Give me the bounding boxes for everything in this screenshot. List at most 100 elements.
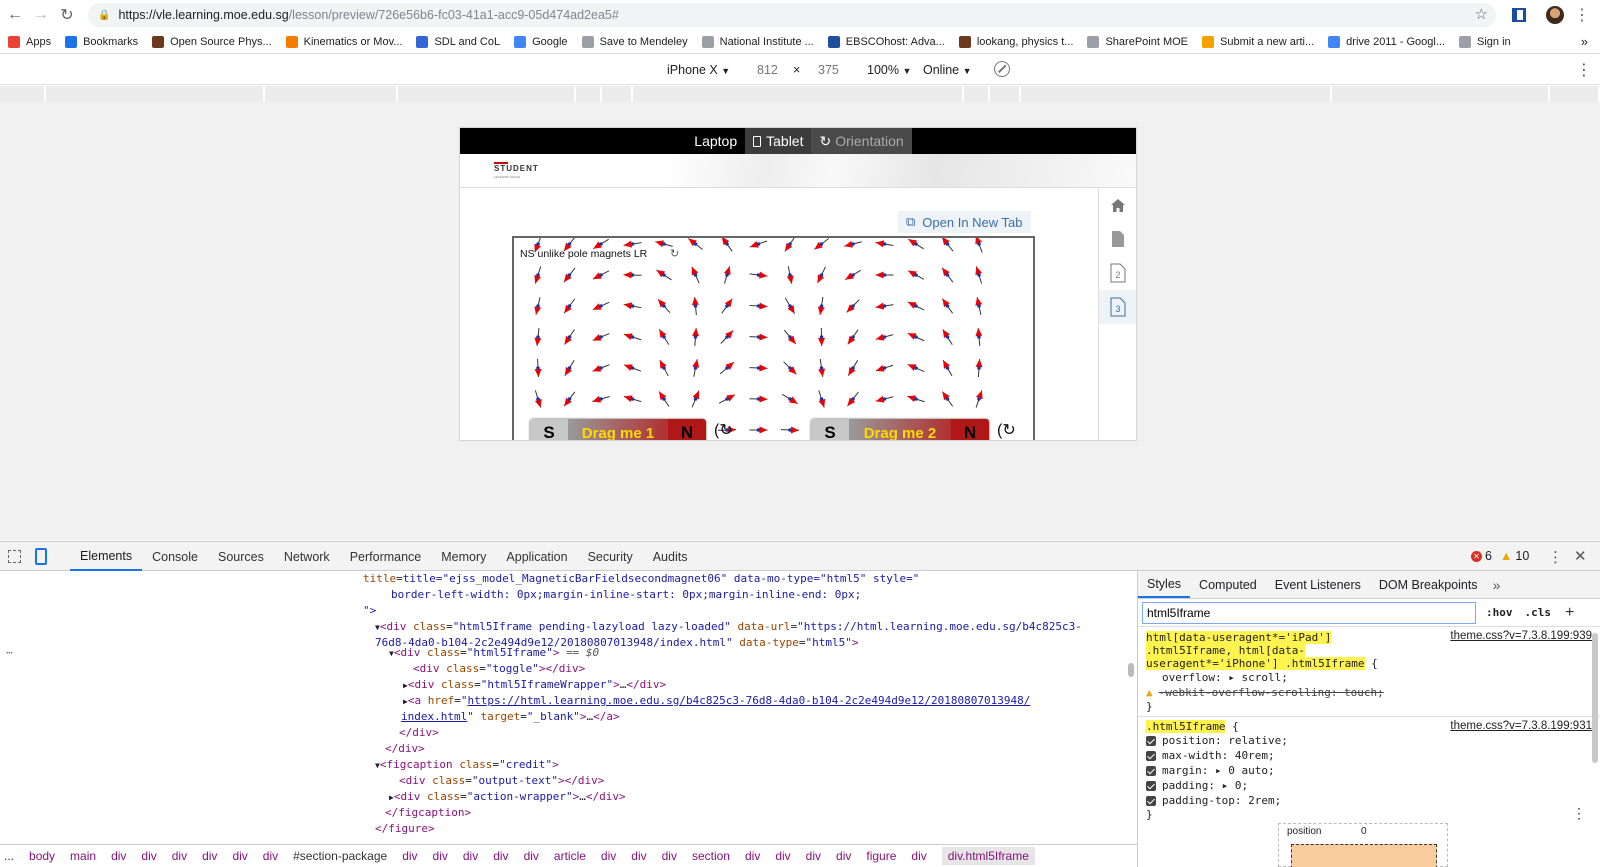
bookmark-item[interactable]: Submit a new arti...	[1202, 35, 1314, 48]
new-rule-icon[interactable]: +	[1565, 604, 1574, 622]
dom-line[interactable]: ▼<figcaption class="credit">	[375, 757, 559, 773]
tab-dom-breakpoints[interactable]: DOM Breakpoints	[1370, 571, 1487, 598]
device-toolbar-menu-icon[interactable]: ⋮	[1576, 60, 1592, 80]
ellipsis-icon[interactable]: ⋯	[6, 645, 13, 661]
css-property[interactable]: padding-top: 2rem;	[1146, 793, 1592, 808]
tab-application[interactable]: Application	[496, 542, 577, 571]
tab-network[interactable]: Network	[274, 542, 340, 571]
breadcrumb-item[interactable]: div	[662, 849, 677, 863]
dom-line-selected[interactable]: ▼<div class="html5Iframe"> == $0	[389, 645, 599, 661]
width-input[interactable]: 812	[757, 63, 778, 77]
magnet-2[interactable]: S Drag me 2 N	[811, 419, 989, 440]
dom-line[interactable]: </div>	[385, 741, 425, 757]
tab-audits[interactable]: Audits	[643, 542, 698, 571]
breadcrumb-item[interactable]: div	[836, 849, 851, 863]
error-count[interactable]: ✕ 6	[1471, 549, 1492, 563]
bookmark-item[interactable]: Google	[514, 35, 568, 48]
bookmark-item[interactable]: Bookmarks	[65, 35, 138, 48]
property-checkbox[interactable]	[1146, 781, 1156, 791]
more-bookmarks-icon[interactable]: »	[1581, 34, 1588, 49]
property-checkbox[interactable]	[1146, 751, 1156, 761]
reset-icon[interactable]: ↻	[670, 247, 679, 260]
rule-2-source-link[interactable]: theme.css?v=7.3.8.199:931	[1450, 720, 1592, 732]
property-checkbox[interactable]	[1146, 736, 1156, 746]
styles-filter-input[interactable]	[1142, 601, 1476, 624]
tab-elements[interactable]: Elements	[70, 542, 143, 571]
page-2-icon[interactable]: 2	[1099, 256, 1136, 290]
breadcrumb-item[interactable]: body	[29, 849, 55, 863]
breadcrumb-item[interactable]: div	[631, 849, 646, 863]
dom-line[interactable]: </figcaption>	[385, 805, 471, 821]
height-input[interactable]: 375	[818, 63, 839, 77]
dom-line[interactable]: ▶<div class="action-wrapper">…</div>	[389, 789, 626, 805]
devtools-menu-icon[interactable]: ⋮	[1548, 548, 1563, 566]
breadcrumb-item[interactable]: div	[111, 849, 126, 863]
bookmark-item[interactable]: National Institute ...	[701, 35, 814, 48]
view-laptop[interactable]: Laptop	[686, 128, 745, 154]
rule-1-source-link[interactable]: theme.css?v=7.3.8.199:939	[1450, 630, 1592, 642]
close-devtools-icon[interactable]: ✕	[1574, 547, 1587, 565]
rule-menu-icon[interactable]: ⋮	[1572, 806, 1586, 822]
tab-console[interactable]: Console	[142, 542, 208, 571]
page-icon[interactable]	[1099, 222, 1136, 256]
dom-link[interactable]: index.html	[401, 710, 467, 723]
media-query-segment[interactable]	[0, 86, 46, 102]
breadcrumb-item[interactable]: div	[202, 849, 217, 863]
tab-security[interactable]: Security	[578, 542, 643, 571]
dom-link[interactable]: https://html.learning.moe.edu.sg/b4c825c…	[467, 694, 1030, 707]
rotate-magnet-2-icon[interactable]: (↻	[997, 420, 1016, 440]
dom-line[interactable]: ">	[363, 603, 376, 619]
tab-performance[interactable]: Performance	[340, 542, 432, 571]
bookmark-item[interactable]: EBSCOhost: Adva...	[827, 35, 945, 48]
media-query-segment[interactable]	[46, 86, 265, 102]
dom-line[interactable]: border-left-width: 0px;margin-inline-sta…	[391, 587, 861, 603]
bookmark-item[interactable]: drive 2011 - Googl...	[1328, 35, 1445, 48]
scrollbar-thumb[interactable]	[1128, 663, 1134, 677]
rotate-icon[interactable]	[994, 61, 1010, 77]
view-tablet[interactable]: Tablet	[745, 128, 812, 154]
breadcrumb-item[interactable]: div	[263, 849, 278, 863]
dom-line[interactable]: title=title="ejss_model_MagneticBarField…	[363, 571, 919, 587]
tab-event-listeners[interactable]: Event Listeners	[1266, 571, 1370, 598]
media-query-segment[interactable]	[1021, 86, 1332, 102]
forward-icon[interactable]: →	[28, 2, 54, 28]
bookmark-item[interactable]: Sign in	[1459, 35, 1511, 48]
breadcrumb-item[interactable]: div	[493, 849, 508, 863]
tab-sources[interactable]: Sources	[208, 542, 274, 571]
breadcrumb-item[interactable]: #section-package	[293, 849, 387, 863]
css-property[interactable]: margin: ▸ 0 auto;	[1146, 763, 1592, 778]
tab-memory[interactable]: Memory	[431, 542, 496, 571]
breadcrumb-item[interactable]: div	[745, 849, 760, 863]
more-tabs-icon[interactable]: »	[1493, 577, 1501, 593]
network-select[interactable]: Online ▼	[923, 63, 972, 77]
browser-menu-icon[interactable]: ⋮	[1572, 4, 1592, 26]
media-query-bar[interactable]	[0, 86, 1600, 102]
bookmark-item[interactable]: Kinematics or Mov...	[285, 35, 402, 48]
media-query-segment[interactable]	[964, 86, 990, 102]
home-icon[interactable]	[1099, 188, 1136, 222]
inspect-element-icon[interactable]	[8, 550, 21, 563]
media-query-segment[interactable]	[1550, 86, 1600, 102]
sls-logo[interactable]: STUDENT LEARNING SPACE	[494, 162, 539, 181]
dom-line[interactable]: index.html" target="_blank">…</a>	[401, 709, 620, 725]
css-property[interactable]: position: relative;	[1146, 733, 1592, 748]
bookmark-item[interactable]: lookang, physics t...	[958, 35, 1073, 48]
dom-line[interactable]: <div class="toggle"></div>	[413, 661, 585, 677]
bookmark-item[interactable]: Open Source Phys...	[152, 35, 272, 48]
cls-toggle[interactable]: .cls	[1525, 606, 1552, 619]
breadcrumb-item[interactable]: div	[141, 849, 156, 863]
magnetic-field-simulation[interactable]: NS unlike pole magnets LR ↻ S Drag me 1 …	[512, 236, 1035, 440]
tab-computed[interactable]: Computed	[1190, 571, 1266, 598]
breadcrumb-item[interactable]: section	[692, 849, 730, 863]
dom-line[interactable]: ▼<div class="html5Iframe pending-lazyloa…	[375, 619, 1082, 635]
device-toggle-icon[interactable]	[35, 548, 47, 565]
css-property-invalid[interactable]: ▲ -webkit-overflow-scrolling: touch;	[1146, 685, 1592, 700]
dom-line[interactable]: </figure>	[375, 821, 435, 837]
page-3-icon[interactable]: 3	[1099, 290, 1136, 324]
breadcrumb-item[interactable]: main	[70, 849, 96, 863]
extension-icon[interactable]	[1508, 4, 1530, 26]
breadcrumb-item[interactable]: div	[433, 849, 448, 863]
breadcrumb-item[interactable]: article	[554, 849, 586, 863]
media-query-segment[interactable]	[633, 86, 964, 102]
breadcrumb-item[interactable]: figure	[866, 849, 896, 863]
